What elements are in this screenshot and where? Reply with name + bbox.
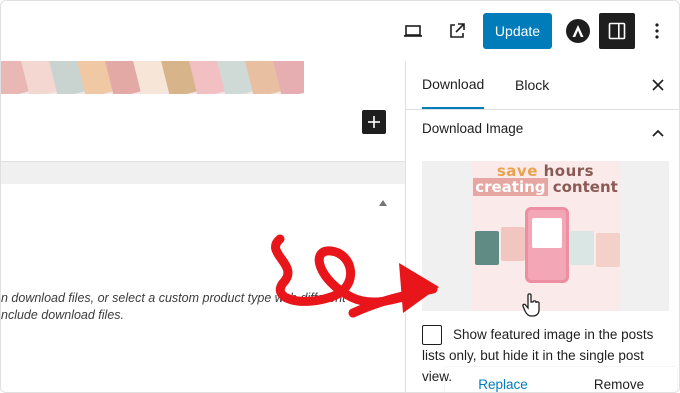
add-block-button[interactable] <box>362 110 386 134</box>
download-image-preview[interactable]: save hours creating content Replace Remo… <box>422 161 677 392</box>
plus-icon <box>368 116 380 128</box>
phone-mockup <box>525 207 569 283</box>
editor-canvas: n download files, or select a custom pro… <box>1 61 406 392</box>
settings-sidebar: Download Block Download Image save hours… <box>406 61 679 392</box>
tab-download[interactable]: Download <box>422 61 485 109</box>
options-menu-button[interactable] <box>647 13 667 49</box>
update-button[interactable]: Update <box>483 13 552 49</box>
gallery-image-block[interactable] <box>1 61 304 94</box>
external-link-icon <box>450 23 465 38</box>
settings-sidebar-toggle[interactable] <box>599 13 635 49</box>
laptop-icon <box>404 25 422 37</box>
astra-logo-icon <box>572 25 584 37</box>
product-type-help-text: n download files, or select a custom pro… <box>1 291 346 322</box>
panel-toggle-button[interactable] <box>646 121 670 145</box>
featured-image-checkbox-label: Show featured image in the posts lists o… <box>422 327 654 384</box>
astra-settings-button[interactable] <box>566 19 590 43</box>
chevron-up-icon <box>652 129 664 137</box>
view-post-button[interactable] <box>439 13 475 49</box>
more-vertical-icon <box>655 23 659 39</box>
close-icon <box>652 79 664 91</box>
sidebar-tabs: Download Block <box>406 61 679 110</box>
sidebar-icon <box>608 22 626 40</box>
editor-window: Update n download files, or select a cus… <box>0 0 680 393</box>
collapse-triangle-icon[interactable] <box>379 200 387 206</box>
preview-device-button[interactable] <box>395 13 431 49</box>
close-sidebar-button[interactable] <box>646 73 670 97</box>
tab-block[interactable]: Block <box>515 61 549 109</box>
download-image-thumbnail: save hours creating content <box>471 161 620 311</box>
panel-title[interactable]: Download Image <box>422 121 523 136</box>
meta-box-separator <box>1 161 405 184</box>
top-toolbar: Update <box>1 1 679 61</box>
